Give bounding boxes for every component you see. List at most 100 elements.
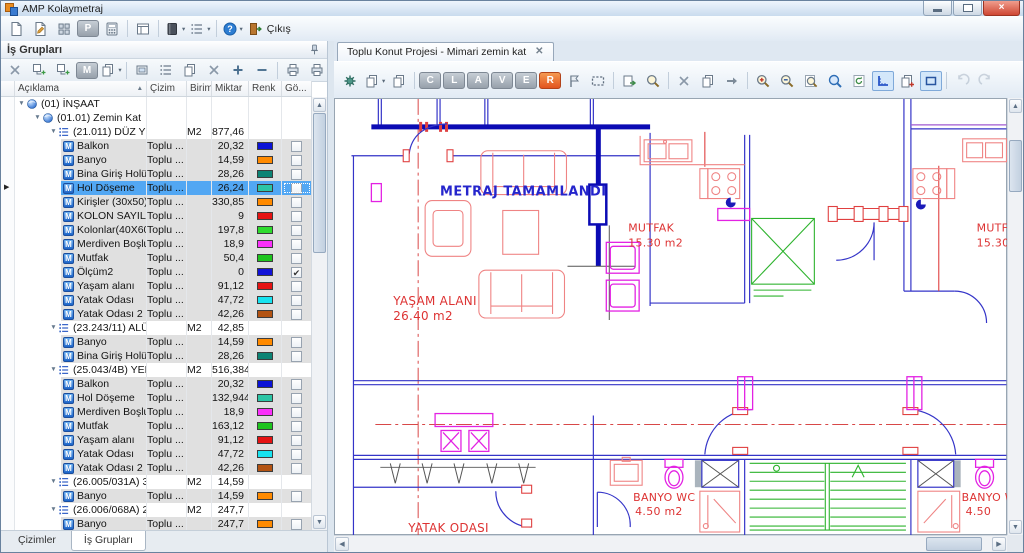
column-header-2[interactable]: Birim [187, 81, 212, 96]
scroll-up-icon[interactable]: ▲ [313, 98, 326, 112]
delete-row-button[interactable] [4, 60, 26, 80]
calculator-button[interactable] [101, 19, 123, 39]
show-checkbox[interactable] [291, 420, 302, 432]
frame-button[interactable] [131, 60, 153, 80]
show-checkbox[interactable] [291, 294, 302, 306]
show-checkbox[interactable] [291, 434, 302, 446]
settings-button[interactable] [339, 71, 361, 91]
expand-icon[interactable]: ▼ [49, 125, 58, 139]
show-checkbox[interactable] [291, 238, 302, 250]
poz-list-button[interactable]: P [77, 20, 99, 37]
table-row[interactable]: M Yatak Odası Toplu ... 47,72 [15, 447, 312, 461]
column-header-0[interactable]: Açıklama ▲ [15, 81, 147, 96]
pages-button[interactable] [697, 71, 719, 91]
zoom-page-button[interactable] [800, 71, 822, 91]
show-checkbox[interactable] [291, 210, 302, 222]
title-bar[interactable]: AMP Kolaymetraj × [1, 1, 1023, 17]
flag-button[interactable] [563, 71, 585, 91]
table-row[interactable]: MKOLON SAYILARIToplu ...9 [15, 209, 312, 223]
scroll-down-icon[interactable]: ▼ [313, 515, 326, 529]
table-row[interactable]: ▼ (01.01) Zemin Kat [15, 111, 312, 125]
document-tab[interactable]: Toplu Konut Projesi - Mimari zemin kat ✕ [337, 42, 554, 61]
list-button[interactable] [155, 60, 177, 80]
help-button[interactable]: ▾ [221, 19, 244, 39]
show-checkbox[interactable] [291, 182, 302, 194]
tree-scroll-thumb[interactable] [313, 113, 326, 253]
add-group-button[interactable] [28, 60, 50, 80]
drawing-vertical-scrollbar[interactable]: ▲ ▼ [1007, 98, 1023, 535]
show-checkbox[interactable] [291, 462, 302, 474]
show-checkbox[interactable] [291, 336, 302, 348]
go-next-button[interactable] [721, 71, 743, 91]
edit-project-button[interactable] [29, 19, 51, 39]
table-row[interactable]: ▼ (01) İNŞAAT [15, 97, 312, 111]
refresh-button[interactable] [848, 71, 870, 91]
table-row[interactable]: MMerdiven BoşluğuToplu ...18,9 [15, 405, 312, 419]
show-checkbox[interactable] [291, 140, 302, 152]
rect-mode-button[interactable] [920, 70, 943, 91]
table-row[interactable]: ▼(25.043/4B) YENİ ...M2516,384 [15, 363, 312, 377]
layer-r-button[interactable]: R [539, 72, 562, 89]
close-button[interactable]: × [983, 1, 1020, 16]
show-checkbox[interactable] [291, 168, 302, 180]
table-row[interactable]: ▼(23.243/11) ALÜM...M242,85 [15, 321, 312, 335]
new-project-button[interactable] [5, 19, 27, 39]
export-view-button[interactable] [618, 71, 640, 91]
minimize-button[interactable] [923, 1, 952, 16]
table-row[interactable]: M Hol Döşeme Toplu ... 132,944 [15, 391, 312, 405]
column-header-5[interactable]: Gö... [282, 81, 312, 96]
table-row[interactable]: M Mutfak Toplu ... 163,12 [15, 419, 312, 433]
table-row[interactable]: ▼(26.005/031A) 33...M214,59 [15, 475, 312, 489]
table-row[interactable]: MMerdiven BoşluğuToplu ...18,9 [15, 237, 312, 251]
exit-button[interactable]: Çıkış [246, 19, 292, 39]
table-row[interactable]: M Bina Giriş Holü Toplu ... 28,26 [15, 167, 312, 181]
table-row[interactable]: M Kirişler (30x50) Toplu ... 330,85 [15, 195, 312, 209]
remove-button[interactable] [203, 60, 225, 80]
expand-icon[interactable]: ▼ [49, 475, 58, 489]
drawing-hscroll-thumb[interactable] [926, 537, 982, 551]
table-row[interactable]: M Banyo Toplu ... 14,59 [15, 153, 312, 167]
show-checkbox[interactable] [291, 350, 302, 362]
expand-icon[interactable]: ▼ [49, 503, 58, 517]
scroll-up-icon[interactable]: ▲ [1009, 99, 1022, 113]
zoom-out-button[interactable] [776, 71, 798, 91]
show-checkbox[interactable] [291, 224, 302, 236]
maximize-button[interactable] [953, 1, 982, 16]
tab-cizimler[interactable]: Çizimler [5, 531, 69, 551]
undo-button[interactable] [951, 71, 973, 91]
table-row[interactable]: M Yaşam alanı Toplu ... 91,12 [15, 433, 312, 447]
add-button[interactable] [227, 60, 249, 80]
zoom-extents-button[interactable] [824, 71, 846, 91]
table-row[interactable]: M Mutfak Toplu ... 50,4 [15, 251, 312, 265]
window-layout-button[interactable] [132, 19, 154, 39]
duplicate-view-button[interactable] [388, 71, 410, 91]
add-poz-button[interactable]: M [76, 61, 98, 79]
table-row[interactable]: M Ölçüm2 Toplu ... 0 ✔ [15, 265, 312, 279]
copy-region-button[interactable] [896, 71, 918, 91]
layer-v-button[interactable]: V [491, 72, 514, 89]
column-header-1[interactable]: Çizim [147, 81, 187, 96]
tab-close-icon[interactable]: ✕ [535, 47, 543, 57]
table-row[interactable]: M Bina Giriş Holü Toplu ... 28,26 [15, 349, 312, 363]
table-row[interactable]: ▼(21.011) DÜZ YÜZ...M2877,46 [15, 125, 312, 139]
print-button[interactable] [282, 60, 304, 80]
show-checkbox[interactable] [291, 490, 302, 502]
layer-l-button[interactable]: L [443, 72, 466, 89]
table-row[interactable]: ▼(26.006/068A) 20...M2247,7 [15, 503, 312, 517]
table-row[interactable]: M Banyo Toplu ... 247,7 [15, 517, 312, 530]
show-checkbox[interactable] [291, 518, 302, 530]
layer-e-button[interactable]: E [515, 72, 538, 89]
scroll-down-icon[interactable]: ▼ [1009, 520, 1022, 534]
scroll-left-icon[interactable]: ◀ [335, 537, 349, 551]
duplicate-button[interactable] [179, 60, 201, 80]
print-preview-button[interactable] [306, 60, 328, 80]
layer-c-button[interactable]: C [419, 72, 442, 89]
show-checkbox[interactable] [291, 448, 302, 460]
floor-plan-canvas[interactable]: METRAJ TAMAMLANDI YAŞAM ALANI 26.40 m2 M… [334, 98, 1007, 536]
reports-button[interactable]: ▾ [163, 19, 186, 39]
components-button[interactable] [53, 19, 75, 39]
table-row[interactable]: M Hol Döşeme Toplu ... 26,24 [15, 181, 312, 195]
expand-icon[interactable]: ▼ [49, 363, 58, 377]
expand-icon[interactable]: ▼ [33, 111, 42, 125]
select-region-button[interactable] [587, 71, 609, 91]
